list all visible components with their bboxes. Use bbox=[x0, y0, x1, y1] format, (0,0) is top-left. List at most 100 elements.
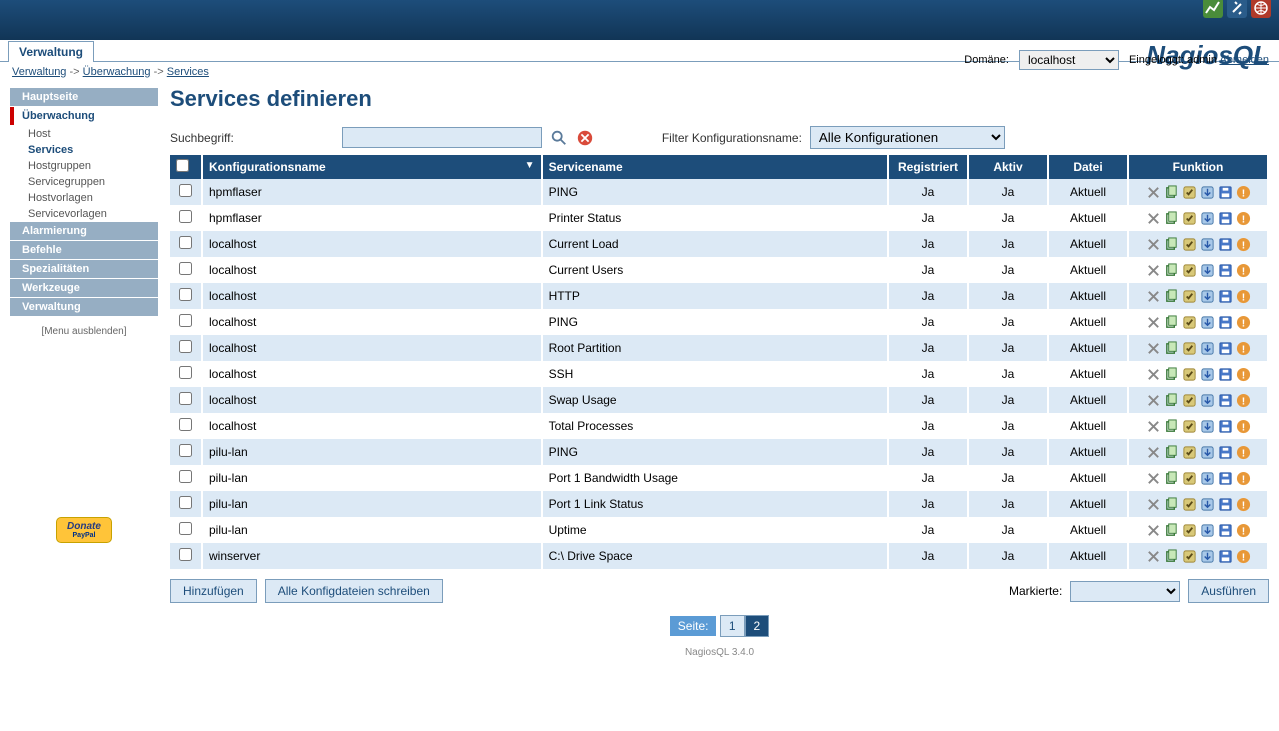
row-checkbox[interactable] bbox=[179, 340, 192, 353]
col-active[interactable]: Aktiv bbox=[968, 155, 1048, 179]
save-icon[interactable] bbox=[1218, 315, 1233, 330]
row-checkbox[interactable] bbox=[179, 288, 192, 301]
edit-icon[interactable] bbox=[1146, 419, 1161, 434]
cell-config[interactable]: localhost bbox=[202, 387, 542, 413]
download-icon[interactable] bbox=[1200, 523, 1215, 538]
cell-service[interactable]: Printer Status bbox=[542, 205, 888, 231]
download-icon[interactable] bbox=[1200, 263, 1215, 278]
sidebar-item-3[interactable]: Befehle bbox=[10, 241, 158, 259]
cell-config[interactable]: localhost bbox=[202, 231, 542, 257]
cell-config[interactable]: localhost bbox=[202, 413, 542, 439]
execute-button[interactable]: Ausführen bbox=[1188, 579, 1269, 603]
col-reg[interactable]: Registriert bbox=[888, 155, 968, 179]
activate-icon[interactable] bbox=[1182, 523, 1197, 538]
save-icon[interactable] bbox=[1218, 497, 1233, 512]
edit-icon[interactable] bbox=[1146, 263, 1161, 278]
info-icon[interactable]: ! bbox=[1236, 237, 1251, 252]
edit-icon[interactable] bbox=[1146, 341, 1161, 356]
copy-icon[interactable] bbox=[1164, 445, 1179, 460]
save-icon[interactable] bbox=[1218, 211, 1233, 226]
row-checkbox[interactable] bbox=[179, 210, 192, 223]
edit-icon[interactable] bbox=[1146, 315, 1161, 330]
cell-service[interactable]: C:\ Drive Space bbox=[542, 543, 888, 569]
copy-icon[interactable] bbox=[1164, 367, 1179, 382]
donate-button[interactable]: DonatePayPal bbox=[56, 517, 112, 543]
sidebar-item-2[interactable]: Alarmierung bbox=[10, 222, 158, 240]
info-icon[interactable]: ! bbox=[1236, 289, 1251, 304]
edit-icon[interactable] bbox=[1146, 497, 1161, 512]
activate-icon[interactable] bbox=[1182, 237, 1197, 252]
edit-icon[interactable] bbox=[1146, 185, 1161, 200]
save-icon[interactable] bbox=[1218, 419, 1233, 434]
activate-icon[interactable] bbox=[1182, 289, 1197, 304]
cell-config[interactable]: hpmflaser bbox=[202, 205, 542, 231]
tab-verwaltung[interactable]: Verwaltung bbox=[8, 41, 94, 62]
edit-icon[interactable] bbox=[1146, 211, 1161, 226]
add-button[interactable]: Hinzufügen bbox=[170, 579, 257, 603]
download-icon[interactable] bbox=[1200, 289, 1215, 304]
globe-icon[interactable] bbox=[1251, 0, 1271, 18]
info-icon[interactable]: ! bbox=[1236, 367, 1251, 382]
edit-icon[interactable] bbox=[1146, 445, 1161, 460]
marked-action-select[interactable] bbox=[1070, 581, 1180, 602]
cell-config[interactable]: pilu-lan bbox=[202, 439, 542, 465]
crumb-1[interactable]: Überwachung bbox=[83, 66, 151, 78]
copy-icon[interactable] bbox=[1164, 237, 1179, 252]
cell-service[interactable]: PING bbox=[542, 309, 888, 335]
cell-service[interactable]: Current Users bbox=[542, 257, 888, 283]
download-icon[interactable] bbox=[1200, 211, 1215, 226]
search-icon[interactable] bbox=[550, 129, 568, 147]
activate-icon[interactable] bbox=[1182, 263, 1197, 278]
activate-icon[interactable] bbox=[1182, 419, 1197, 434]
cell-service[interactable]: PING bbox=[542, 179, 888, 205]
edit-icon[interactable] bbox=[1146, 237, 1161, 252]
activate-icon[interactable] bbox=[1182, 393, 1197, 408]
save-icon[interactable] bbox=[1218, 237, 1233, 252]
info-icon[interactable]: ! bbox=[1236, 315, 1251, 330]
download-icon[interactable] bbox=[1200, 185, 1215, 200]
activate-icon[interactable] bbox=[1182, 367, 1197, 382]
cell-config[interactable]: winserver bbox=[202, 543, 542, 569]
graph-icon[interactable] bbox=[1203, 0, 1223, 18]
row-checkbox[interactable] bbox=[179, 418, 192, 431]
col-config[interactable]: Konfigurationsname▼ bbox=[202, 155, 542, 179]
info-icon[interactable]: ! bbox=[1236, 497, 1251, 512]
activate-icon[interactable] bbox=[1182, 185, 1197, 200]
row-checkbox[interactable] bbox=[179, 262, 192, 275]
save-icon[interactable] bbox=[1218, 341, 1233, 356]
copy-icon[interactable] bbox=[1164, 393, 1179, 408]
download-icon[interactable] bbox=[1200, 471, 1215, 486]
cell-service[interactable]: HTTP bbox=[542, 283, 888, 309]
page-2[interactable]: 2 bbox=[745, 615, 770, 637]
cell-service[interactable]: Root Partition bbox=[542, 335, 888, 361]
cell-config[interactable]: pilu-lan bbox=[202, 465, 542, 491]
info-icon[interactable]: ! bbox=[1236, 549, 1251, 564]
sidebar-sub-1-3[interactable]: Servicegruppen bbox=[10, 174, 158, 190]
info-icon[interactable]: ! bbox=[1236, 419, 1251, 434]
activate-icon[interactable] bbox=[1182, 549, 1197, 564]
cell-service[interactable]: SSH bbox=[542, 361, 888, 387]
activate-icon[interactable] bbox=[1182, 497, 1197, 512]
download-icon[interactable] bbox=[1200, 419, 1215, 434]
save-icon[interactable] bbox=[1218, 523, 1233, 538]
row-checkbox[interactable] bbox=[179, 496, 192, 509]
cell-config[interactable]: localhost bbox=[202, 335, 542, 361]
download-icon[interactable] bbox=[1200, 497, 1215, 512]
config-filter-select[interactable]: Alle Konfigurationen bbox=[810, 126, 1005, 149]
cell-service[interactable]: Current Load bbox=[542, 231, 888, 257]
activate-icon[interactable] bbox=[1182, 445, 1197, 460]
save-icon[interactable] bbox=[1218, 549, 1233, 564]
edit-icon[interactable] bbox=[1146, 289, 1161, 304]
save-icon[interactable] bbox=[1218, 289, 1233, 304]
row-checkbox[interactable] bbox=[179, 314, 192, 327]
edit-icon[interactable] bbox=[1146, 367, 1161, 382]
info-icon[interactable]: ! bbox=[1236, 445, 1251, 460]
download-icon[interactable] bbox=[1200, 445, 1215, 460]
save-icon[interactable] bbox=[1218, 367, 1233, 382]
sidebar-item-5[interactable]: Werkzeuge bbox=[10, 279, 158, 297]
edit-icon[interactable] bbox=[1146, 471, 1161, 486]
copy-icon[interactable] bbox=[1164, 185, 1179, 200]
copy-icon[interactable] bbox=[1164, 211, 1179, 226]
activate-icon[interactable] bbox=[1182, 341, 1197, 356]
copy-icon[interactable] bbox=[1164, 263, 1179, 278]
